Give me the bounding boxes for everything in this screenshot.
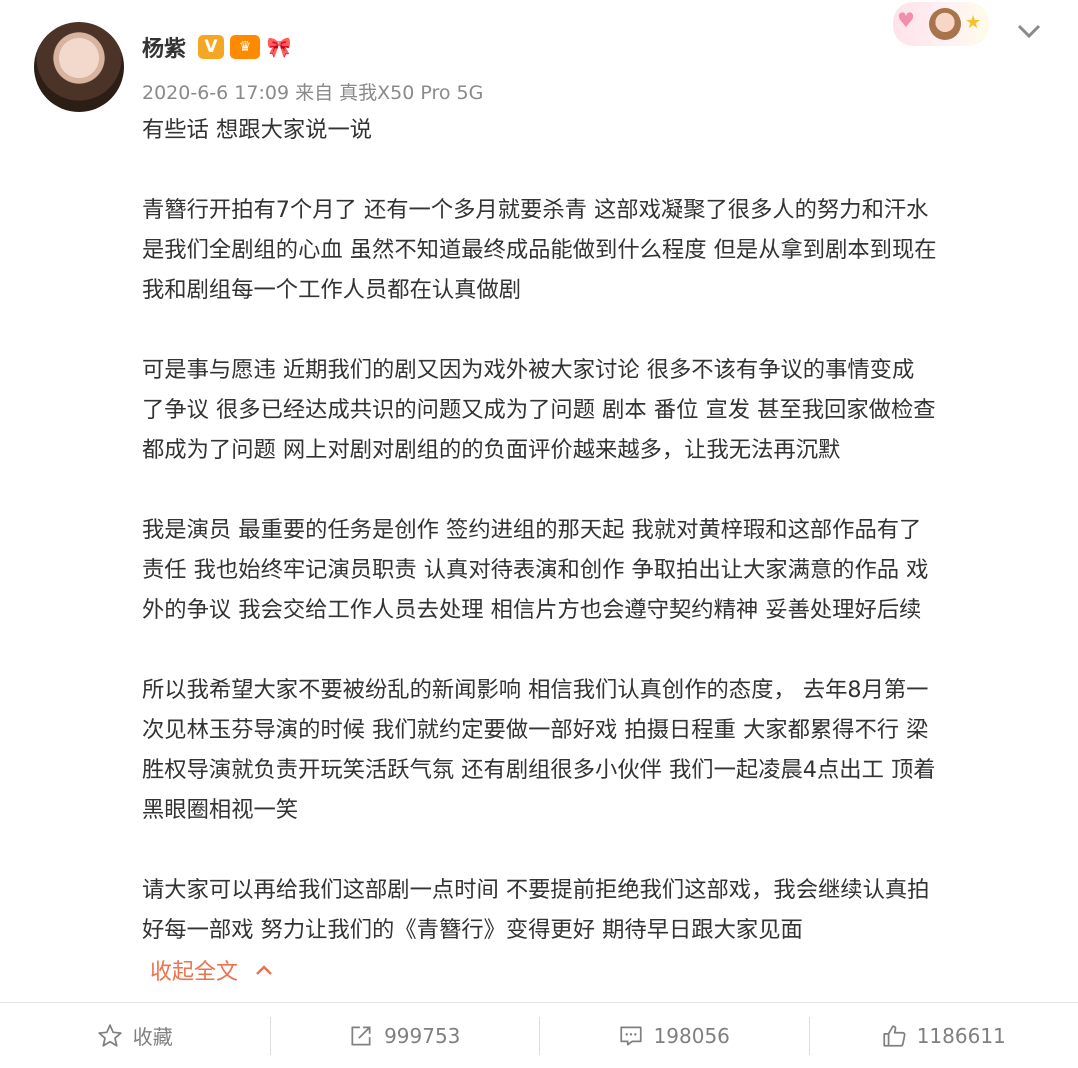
like-count: 1186611 — [916, 1023, 1006, 1048]
repost-count: 999753 — [384, 1023, 461, 1048]
post-line: 了争议 很多已经达成共识的问题又成为了问题 剧本 番位 宣发 甚至我回家做检查 — [142, 397, 936, 423]
post-line: 都成为了问题 网上对剧对剧组的的负面评价越来越多，让我无法再沉默 — [142, 437, 841, 463]
post-line: 我和剧组每一个工作人员都在认真做剧 — [142, 277, 522, 303]
author-row: 杨紫 V ♛ 🎀 — [142, 30, 298, 64]
post-line: 可是事与愿违 近期我们的剧又因为戏外被大家讨论 很多不该有争议的事情变成 — [142, 357, 915, 383]
avatar[interactable] — [34, 22, 124, 112]
post-line: 责任 我也始终牢记演员职责 认真对待表演和创作 争取拍出让大家满意的作品 戏 — [142, 557, 929, 583]
chevron-up-icon — [256, 965, 272, 975]
post-line: 黑眼圈相视一笑 — [142, 797, 299, 823]
comment-button[interactable]: 198056 — [539, 1003, 809, 1068]
collapse-link[interactable]: 收起全文 — [150, 950, 274, 990]
post-line: 所以我希望大家不要被纷乱的新闻影响 相信我们认真创作的态度， 去年8月第一 — [142, 677, 929, 703]
post-paragraph: 我是演员 最重要的任务是创作 签约进组的那天起 我就对黄梓瑕和这部作品有了 责任 … — [142, 510, 1047, 630]
comment-count: 198056 — [653, 1023, 730, 1048]
author-name[interactable]: 杨紫 — [142, 31, 186, 63]
post-meta: 2020-6-6 17:09 来自 真我X50 Pro 5G — [142, 82, 484, 104]
repost-button[interactable]: 999753 — [269, 1003, 540, 1068]
post-content: 有些话 想跟大家说一说青簪行开拍有7个月了 还有一个多月就要杀青 这部戏凝聚了很… — [142, 110, 1047, 990]
action-toolbar: 收藏 999753 198056 1186611 — [0, 1003, 1078, 1068]
favorite-button[interactable]: 收藏 — [0, 1003, 270, 1068]
sticker-decoration: ♥ ★ — [893, 2, 989, 46]
crown-badge-icon: ♛ — [230, 35, 261, 59]
verified-badge-icon: V — [198, 35, 225, 59]
post-line: 是我们全剧组的心血 虽然不知道最终成品能做到什么程度 但是从拿到剧本到现在 — [142, 237, 937, 263]
post-line: 外的争议 我会交给工作人员去处理 相信片方也会遵守契约精神 妥善处理好后续 — [142, 597, 922, 623]
post-paragraph: 有些话 想跟大家说一说 — [142, 110, 1047, 150]
favorite-label: 收藏 — [132, 1025, 173, 1049]
post-paragraph: 可是事与愿违 近期我们的剧又因为戏外被大家讨论 很多不该有争议的事情变成 了争议 … — [142, 350, 1047, 470]
share-icon — [351, 1025, 371, 1046]
comment-icon — [619, 1025, 642, 1046]
chevron-down-icon[interactable] — [1014, 18, 1044, 44]
post-line: 有些话 想跟大家说一说 — [142, 117, 373, 143]
like-button[interactable]: 1186611 — [808, 1003, 1078, 1068]
post-paragraph: 青簪行开拍有7个月了 还有一个多月就要杀青 这部戏凝聚了很多人的努力和汗水 是我们… — [142, 190, 1047, 310]
post-line: 青簪行开拍有7个月了 还有一个多月就要杀青 这部戏凝聚了很多人的努力和汗水 — [142, 197, 929, 223]
post-paragraph: 所以我希望大家不要被纷乱的新闻影响 相信我们认真创作的态度， 去年8月第一 次见林… — [142, 670, 1047, 830]
post-line: 次见林玉芬导演的时候 我们就约定要做一部好戏 拍摄日程重 大家都累得不行 梁 — [142, 717, 929, 743]
collapse-label: 收起全文 — [150, 960, 239, 985]
post-line: 好每一部戏 努力让我们的《青簪行》变得更好 期待早日跟大家见面 — [142, 917, 803, 943]
post-line: 请大家可以再给我们这部剧一点时间 不要提前拒绝我们这部戏，我会继续认真拍 — [142, 877, 930, 903]
post-line: 胜权导演就负责开玩笑活跃气氛 还有剧组很多小伙伴 我们一起凌晨4点出工 顶着 — [142, 757, 936, 783]
star-icon — [98, 1023, 122, 1047]
bow-badge-icon: 🎀 — [266, 35, 292, 59]
post-line: 我是演员 最重要的任务是创作 签约进组的那天起 我就对黄梓瑕和这部作品有了 — [142, 517, 922, 543]
thumbs-up-icon — [883, 1024, 906, 1047]
post-paragraph: 请大家可以再给我们这部剧一点时间 不要提前拒绝我们这部戏，我会继续认真拍 好每一部… — [142, 870, 1047, 950]
